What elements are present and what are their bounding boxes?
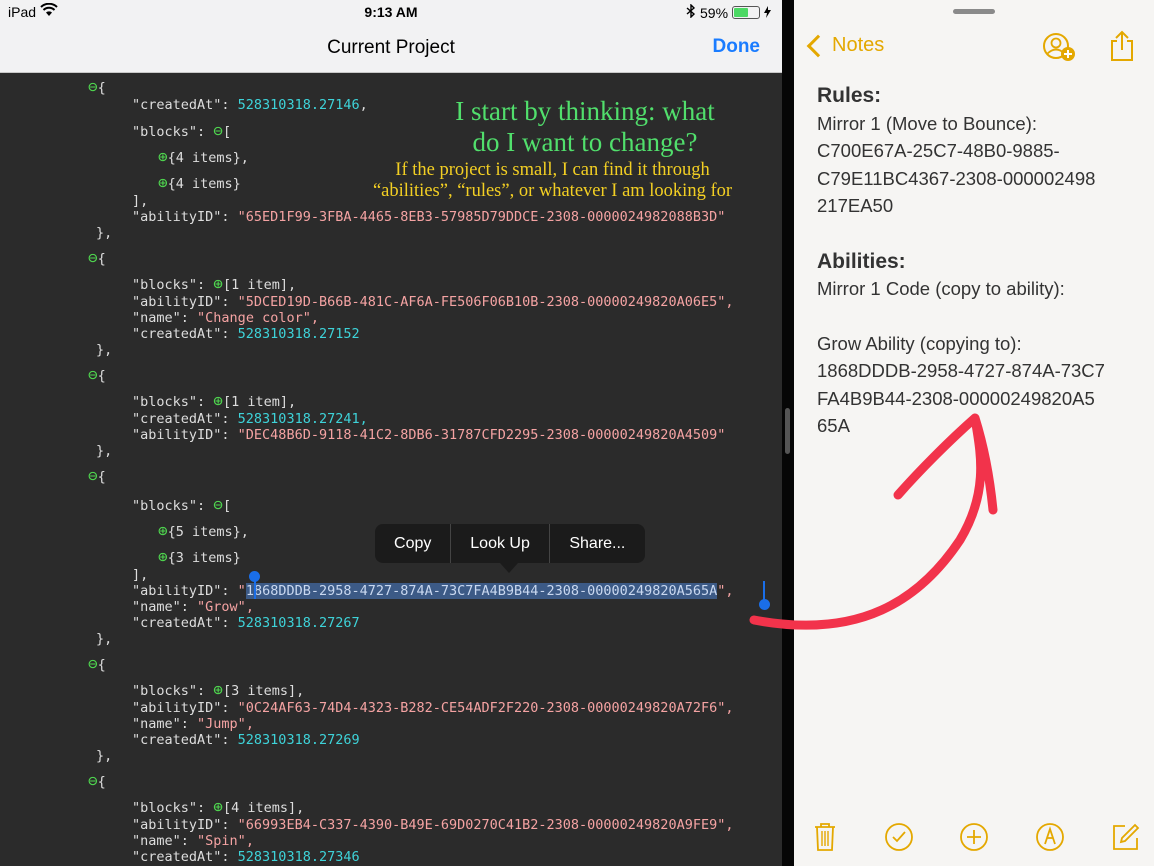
code-line[interactable]: ⊕{4 items}	[158, 173, 241, 193]
collapse-toggle-icon[interactable]: ⊖{	[88, 773, 106, 791]
code-line: },	[96, 225, 113, 241]
selection-end-bar	[763, 581, 765, 601]
notes-app: Notes Rules: Mirror 1 (Move to Bounce): …	[794, 0, 1154, 866]
code-line: "createdAt": 528310318.27269	[132, 732, 360, 748]
battery-icon	[732, 6, 761, 19]
collapse-toggle-icon[interactable]: ⊖{	[88, 367, 106, 385]
code-line: "abilityID": "1868DDDB-2958-4727-874A-73…	[132, 583, 734, 599]
code-line: "abilityID": "66993EB4-C337-4390-B49E-69…	[132, 817, 734, 833]
rules-heading: Rules:	[817, 84, 882, 107]
markup-icon[interactable]	[1035, 822, 1065, 857]
expand-toggle-icon[interactable]: ⊕	[213, 797, 223, 816]
code-line: "blocks": ⊖[	[132, 121, 232, 141]
code-line: "name": "Jump",	[132, 716, 254, 732]
add-people-icon[interactable]	[1040, 32, 1078, 69]
code-line: "abilityID": "0C24AF63-74D4-4323-B282-CE…	[132, 700, 734, 716]
note-line: Grow Ability (copying to):	[817, 332, 1022, 354]
share-icon[interactable]	[1110, 30, 1134, 67]
code-line: "name": "Grow",	[132, 599, 254, 615]
code-line: },	[96, 342, 113, 358]
code-line: ],	[132, 193, 149, 209]
note-body[interactable]: Rules: Mirror 1 (Move to Bounce): C700E6…	[817, 82, 1142, 440]
code-line[interactable]: ⊕{5 items},	[158, 521, 249, 541]
look-up-menu-item[interactable]: Look Up	[451, 524, 550, 563]
note-line: Mirror 1 (Move to Bounce):	[817, 112, 1038, 134]
note-line: 65A	[817, 415, 850, 436]
code-line: "name": "Spin",	[132, 833, 254, 849]
right-status: 59%	[686, 3, 772, 21]
share-menu-item[interactable]: Share...	[550, 524, 645, 563]
note-line: 1868DDDB-2958-4727-874A-73C7	[817, 360, 1105, 381]
collapse-toggle-icon[interactable]: ⊖	[213, 495, 223, 514]
code-line: ],	[132, 567, 149, 583]
note-line: Mirror 1 Code (copy to ability):	[817, 278, 1065, 299]
note-line: C79E11BC4367-2308-000002498	[817, 167, 1096, 189]
code-line: "name": "Change color",	[132, 310, 319, 326]
code-line: },	[96, 443, 113, 459]
notes-back-button[interactable]: Notes	[804, 34, 884, 57]
context-menu-arrow	[500, 563, 518, 573]
expand-toggle-icon[interactable]: ⊕	[158, 547, 168, 566]
code-line: "abilityID": "65ED1F99-3FBA-4465-8EB3-57…	[132, 209, 726, 225]
done-button[interactable]: Done	[713, 36, 761, 58]
code-line: "createdAt": 528310318.27267	[132, 615, 360, 631]
code-line: "createdAt": 528310318.27346	[132, 849, 360, 865]
code-line: "createdAt": 528310318.27241,	[132, 411, 368, 427]
code-line: "blocks": ⊕[3 items],	[132, 680, 305, 700]
selection-start-bar	[254, 579, 256, 599]
code-line[interactable]: ⊕{4 items},	[158, 147, 249, 167]
code-line[interactable]: ⊕{3 items}	[158, 547, 241, 567]
code-line: "blocks": ⊕[1 item],	[132, 274, 297, 294]
annotation-heading: I start by thinking: what do I want to c…	[455, 96, 715, 157]
code-line: "blocks": ⊕[4 items],	[132, 797, 305, 817]
status-time: 9:13 AM	[364, 4, 418, 20]
nav-bar: Current Project Done	[0, 24, 782, 73]
add-icon[interactable]	[959, 822, 989, 857]
collapse-toggle-icon[interactable]: ⊖	[213, 121, 223, 140]
bluetooth-icon	[686, 3, 696, 21]
selected-ability-id[interactable]: 1868DDDB-2958-4727-874A-73C7FA4B9B44-230…	[245, 583, 718, 599]
expand-toggle-icon[interactable]: ⊕	[158, 521, 168, 540]
battery-percent: 59%	[700, 4, 729, 21]
code-line: "createdAt": 528310318.27146,	[132, 97, 368, 113]
collapse-toggle-icon[interactable]: ⊖{	[88, 250, 106, 268]
expand-toggle-icon[interactable]: ⊕	[213, 274, 223, 293]
abilities-heading: Abilities:	[817, 249, 906, 273]
back-label: Notes	[832, 34, 885, 56]
app-pull-handle[interactable]	[953, 9, 995, 14]
annotation-subtext: If the project is small, I can find it t…	[372, 160, 733, 201]
notes-toolbar	[794, 810, 1154, 866]
note-line: 217EA50	[817, 195, 894, 216]
chevron-left-icon	[806, 34, 830, 57]
code-line: "blocks": ⊕[1 item],	[132, 391, 297, 411]
code-line: "blocks": ⊖[	[132, 495, 232, 515]
code-line: },	[96, 748, 113, 764]
code-line: "abilityID": "5DCED19D-B66B-481C-AF6A-FE…	[132, 294, 734, 310]
split-view-divider[interactable]	[782, 0, 794, 866]
collapse-toggle-icon[interactable]: ⊖{	[88, 79, 106, 97]
note-line: C700E67A-25C7-48B0-9885-	[817, 140, 1060, 161]
collapse-toggle-icon[interactable]: ⊖{	[88, 656, 106, 674]
charging-icon	[764, 5, 772, 21]
expand-toggle-icon[interactable]: ⊕	[158, 147, 168, 166]
page-title: Current Project	[327, 37, 455, 58]
checklist-icon[interactable]	[884, 822, 914, 857]
note-line: FA4B9B44-2308-00000249820A5	[817, 387, 1095, 409]
status-bar: iPad 9:13 AM	[0, 0, 782, 24]
context-menu: Copy Look Up Share...	[375, 524, 645, 563]
code-line: },	[96, 631, 113, 647]
copy-menu-item[interactable]: Copy	[375, 524, 452, 563]
expand-toggle-icon[interactable]: ⊕	[213, 680, 223, 699]
code-line: "createdAt": 528310318.27152	[132, 326, 360, 342]
selection-end-handle[interactable]	[759, 599, 770, 610]
compose-icon[interactable]	[1111, 822, 1141, 857]
code-line: "abilityID": "DEC48B6D-9118-41C2-8DB6-31…	[132, 427, 726, 443]
expand-toggle-icon[interactable]: ⊕	[158, 173, 168, 192]
collapse-toggle-icon[interactable]: ⊖{	[88, 468, 106, 486]
expand-toggle-icon[interactable]: ⊕	[213, 391, 223, 410]
divider-grip[interactable]	[785, 408, 790, 454]
trash-icon[interactable]	[813, 822, 837, 857]
